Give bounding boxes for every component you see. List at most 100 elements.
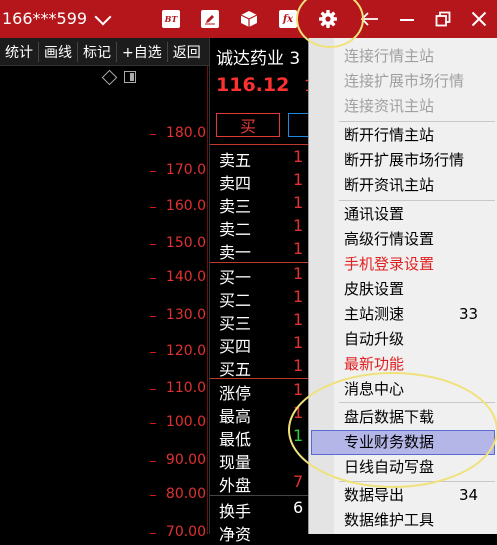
toolbar-back[interactable]: 返回: [168, 42, 206, 62]
menu-item-data-export[interactable]: 数据导出 34: [344, 483, 478, 508]
diamond-icon[interactable]: [101, 69, 118, 86]
menu-item-disconnect-quote[interactable]: 断开行情主站: [344, 123, 434, 148]
menu-item-connect-extended[interactable]: 连接扩展市场行情: [344, 69, 464, 94]
stat-value: 1: [293, 380, 304, 399]
menu-item-connect-info[interactable]: 连接资讯主站: [344, 94, 434, 119]
formula-icon-text: fx: [282, 13, 294, 25]
menu-item-label: 自动升级: [344, 330, 405, 348]
chart-icon-text: BT: [164, 14, 178, 24]
menu-item-label: 日线自动写盘: [344, 458, 435, 476]
stock-price-value: 116.12: [216, 74, 290, 96]
menu-item-label: 连接行情主站: [344, 47, 435, 65]
edit-glyph: [205, 15, 215, 25]
axis-tick: [150, 495, 156, 496]
stat-row-low: 最低 1: [219, 426, 314, 449]
menu-item-financial-data[interactable]: 专业财务数据: [344, 430, 434, 455]
menu-item-auto-write-daily[interactable]: 日线自动写盘: [344, 455, 434, 480]
bid-value: 1: [293, 310, 304, 329]
ask-label: 卖一: [219, 243, 252, 262]
menu-item-data-maintenance[interactable]: 数据维护工具: [344, 508, 434, 533]
bid-label: 买五: [219, 360, 252, 379]
menu-item-advanced-quote[interactable]: 高级行情设置: [344, 227, 434, 252]
bid-label: 买二: [219, 291, 252, 310]
stat-row-outer: 外盘 7: [219, 472, 314, 495]
menu-item-label: 专业财务数据: [344, 433, 435, 451]
menu-item-connect-quote[interactable]: 连接行情主站: [344, 44, 434, 69]
ask-row-3: 卖三 1: [219, 193, 314, 216]
menu-item-new-features[interactable]: 最新功能: [344, 352, 404, 377]
menu-item-label: 数据维护工具: [344, 511, 435, 529]
menu-item-label: 断开扩展市场行情: [344, 151, 465, 169]
axis-label: 110.0: [165, 380, 206, 396]
menu-item-comm-settings[interactable]: 通讯设置: [344, 202, 404, 227]
close-icon: [471, 11, 487, 27]
bid-row-2: 买二 1: [219, 287, 314, 310]
panel-toggle-icon[interactable]: [124, 71, 136, 83]
bid-label: 买三: [219, 314, 252, 333]
ask-row-2: 卖二 1: [219, 216, 314, 239]
axis-label: 170.0: [165, 162, 206, 178]
account-selector[interactable]: 166***599: [2, 7, 112, 31]
ask-row-4: 卖四 1: [219, 170, 314, 193]
menu-item-label: 连接资讯主站: [344, 97, 435, 115]
chart-toolbar: 统计 画线 标记 +自选 返回: [0, 38, 209, 66]
bid-row-4: 买四 1: [219, 333, 314, 356]
menu-separator: [339, 481, 495, 482]
bid-value: 1: [293, 287, 304, 306]
axis-label: 140.0: [165, 269, 206, 285]
menu-item-speed-test[interactable]: 主站测速 33: [344, 302, 478, 327]
back-button[interactable]: [357, 6, 383, 32]
restore-icon: [435, 11, 451, 27]
box-glyph: [240, 11, 258, 27]
toolbar-mark[interactable]: 标记: [78, 41, 117, 62]
ask-label: 卖二: [219, 220, 252, 239]
menu-icon-strip: [309, 38, 334, 534]
stat-label: 外盘: [219, 476, 252, 495]
toolbar-add-watchlist[interactable]: +自选: [117, 41, 168, 62]
title-bar: 166***599 BT fx: [0, 0, 497, 38]
gear-icon[interactable]: [318, 9, 338, 29]
toolbar-draw-line[interactable]: 画线: [39, 41, 78, 62]
menu-item-skin[interactable]: 皮肤设置: [344, 277, 404, 302]
menu-item-label: 数据导出: [344, 486, 405, 504]
menu-item-label: 盘后数据下载: [344, 408, 435, 426]
menu-item-label: 连接扩展市场行情: [344, 72, 465, 90]
menu-item-label: 通讯设置: [344, 205, 405, 223]
box-icon[interactable]: [240, 10, 258, 28]
menu-item-mobile-login[interactable]: 手机登录设置: [344, 252, 434, 277]
axis-tick: [150, 316, 156, 317]
menu-separator: [339, 402, 495, 403]
toolbar-stats[interactable]: 统计: [0, 41, 39, 62]
stat-label: 现量: [219, 453, 252, 472]
menu-item-label: 皮肤设置: [344, 280, 405, 298]
axis-tick: [150, 207, 156, 208]
menu-item-disconnect-extended[interactable]: 断开扩展市场行情: [344, 148, 464, 173]
ask-value: 1: [293, 170, 304, 189]
buy-button[interactable]: 买: [216, 113, 280, 137]
stat-label: 最高: [219, 407, 252, 426]
minimize-button[interactable]: [394, 6, 420, 32]
menu-item-message-center[interactable]: 消息中心: [344, 377, 404, 402]
formula-icon[interactable]: fx: [279, 10, 297, 28]
menu-item-label: 断开资讯主站: [344, 176, 435, 194]
quote-panel: 诚达药业 3 116.12 1 买 卖五 1 卖四 1 卖三 1 卖二 1 卖一 1 买一…: [209, 38, 318, 544]
menu-item-label: 消息中心: [344, 380, 405, 398]
axis-tick: [150, 352, 156, 353]
chart-icon[interactable]: BT: [162, 10, 180, 28]
edit-icon[interactable]: [201, 10, 219, 28]
stat-value: 1: [293, 426, 304, 445]
menu-item-disconnect-info[interactable]: 断开资讯主站: [344, 173, 434, 198]
menu-item-after-hours-download[interactable]: 盘后数据下载: [344, 405, 434, 430]
close-button[interactable]: [466, 6, 492, 32]
restore-button[interactable]: [430, 6, 456, 32]
menu-item-auto-upgrade[interactable]: 自动升级: [344, 327, 404, 352]
price-chart[interactable]: 180.0 170.0 160.0 150.0 140.0 130.0 120.…: [0, 66, 209, 540]
stat-row-high: 最高 1: [219, 403, 314, 426]
axis-tick: [150, 134, 156, 135]
stat-label: 换手: [219, 502, 252, 521]
bid-value: 1: [293, 333, 304, 352]
divider: [210, 144, 312, 145]
bid-row-5: 买五 1: [219, 356, 314, 379]
price-axis-line: [207, 66, 208, 534]
menu-item-label: 最新功能: [344, 355, 405, 373]
